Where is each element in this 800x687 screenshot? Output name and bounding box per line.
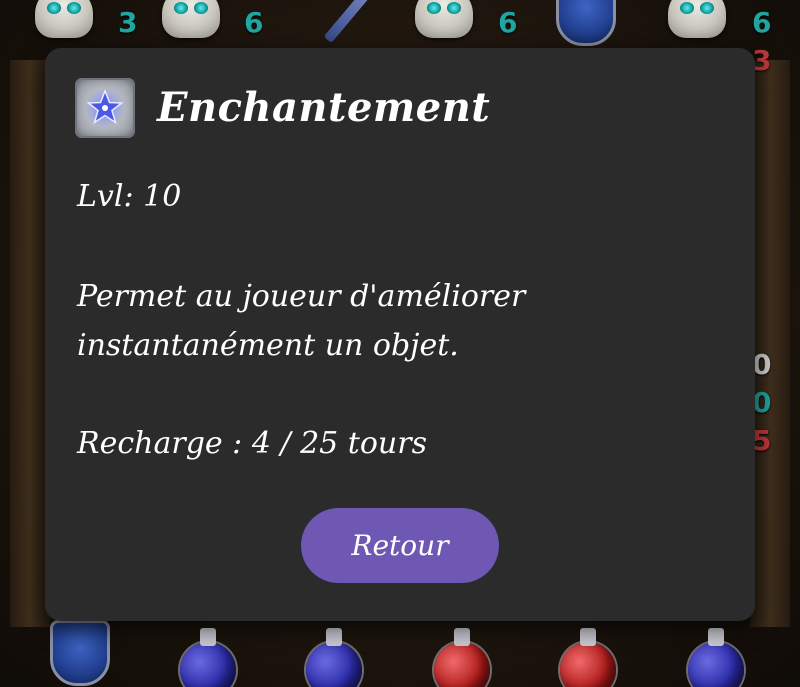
wall-pillar: [750, 60, 790, 627]
tile-counter: 6: [752, 6, 772, 39]
shield-icon: [556, 0, 616, 46]
red-potion-icon: [434, 628, 490, 687]
shield-icon: [50, 620, 110, 686]
skill-level: Lvl: 10: [77, 179, 182, 214]
blue-potion-icon: [306, 628, 362, 687]
skill-info-dialog: Enchantement Lvl: 10 Permet au joueur d'…: [45, 48, 755, 621]
enchant-star-icon: [75, 78, 135, 138]
skull-icon: [668, 0, 726, 38]
blue-potion-icon: [688, 628, 744, 687]
tile-counter: 6: [244, 6, 264, 39]
blue-potion-icon: [180, 628, 236, 687]
skull-icon: [35, 0, 93, 38]
tile-counter: 3: [118, 6, 138, 39]
sword-icon: [323, 0, 377, 44]
skill-description-line: instantanément un objet.: [77, 328, 459, 363]
tile-counter: 6: [498, 6, 518, 39]
dialog-title: Enchantement: [157, 84, 491, 131]
skill-description-line: Permet au joueur d'améliorer: [77, 279, 526, 314]
back-button[interactable]: Retour: [301, 508, 499, 583]
wall-pillar: [10, 60, 50, 627]
skull-icon: [415, 0, 473, 38]
skill-recharge: Recharge : 4 / 25 tours: [77, 426, 427, 461]
red-potion-icon: [560, 628, 616, 687]
star-icon: [85, 88, 125, 128]
skull-icon: [162, 0, 220, 38]
